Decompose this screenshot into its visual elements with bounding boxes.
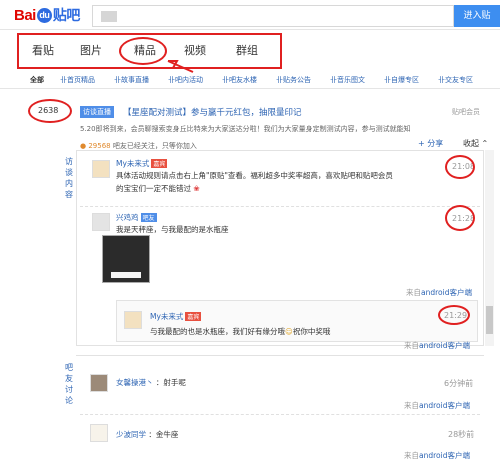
follow-text: 吧友已经关注，只等你加入: [112, 142, 197, 150]
interview-content-label: 访 谈 内 容: [65, 157, 73, 199]
live-interview-badge: 访谈直播: [80, 106, 114, 118]
android-client-link[interactable]: android客户端: [419, 401, 470, 410]
post-text-line1: 具体活动规则请点击右上角"原贴"查看。福利超多中奖率超高，喜欢贴吧和贴吧会员: [116, 171, 393, 180]
avatar[interactable]: [124, 311, 142, 329]
annotation-circle-featured-tab: [119, 37, 167, 65]
category-activities[interactable]: 卝吧内活动: [168, 75, 203, 85]
reply-user[interactable]: My未来式 嘉宾: [150, 311, 202, 322]
annotation-circle-time: [438, 305, 470, 325]
discussion-item-1[interactable]: 女馨操港丶 ：射手呢: [116, 377, 186, 388]
discussion-source: 来自android客户端: [404, 451, 470, 460]
category-music-text[interactable]: 卝音乐图文: [330, 75, 365, 85]
post-text-line2: 的宝宝们一定不能错过 ❀: [116, 184, 200, 193]
category-bar: 全部 卝首页精品 卝故事直播 卝吧内活动 卝吧友水楼 卝贴务公告 卝音乐图文 卝…: [0, 70, 500, 89]
category-water-building[interactable]: 卝吧友水楼: [222, 75, 257, 85]
post-scrollbar[interactable]: [485, 150, 494, 346]
image-caption-bar: [111, 272, 141, 278]
baidu-tieba-logo[interactable]: Bai du 贴吧: [14, 5, 80, 25]
android-client-link[interactable]: android客户端: [419, 341, 470, 350]
discussion-label: 吧 友 讨 论: [65, 363, 73, 405]
guest-tag: 嘉宾: [151, 159, 168, 168]
discussion-item-2[interactable]: 少波同学 ：金牛座: [116, 429, 178, 440]
avatar[interactable]: [92, 213, 110, 231]
category-story-live[interactable]: 卝故事直播: [114, 75, 149, 85]
scrollbar-thumb[interactable]: [486, 306, 493, 334]
reply-count: 2638: [38, 106, 59, 115]
share-button[interactable]: + 分享: [418, 138, 443, 149]
top-bar: Bai du 贴吧 进入贴: [0, 0, 500, 30]
discussion-time: 28秒前: [448, 430, 475, 439]
logo-du-badge: du: [36, 8, 52, 23]
category-dating[interactable]: 卝交友专区: [438, 75, 473, 85]
category-self-reveal[interactable]: 卝自爆专区: [384, 75, 419, 85]
avatar[interactable]: [90, 424, 108, 442]
android-client-link[interactable]: android客户端: [419, 451, 470, 460]
search-query-blurred: [101, 11, 117, 22]
plus-icon: +: [418, 139, 428, 148]
divider: [80, 206, 480, 207]
enter-tieba-button[interactable]: 进入贴: [454, 5, 500, 27]
annotation-circle-time: [445, 205, 475, 231]
thread-title[interactable]: 【星座配对测试】参与赢千元红包，抽限量印记: [123, 106, 302, 118]
post-user[interactable]: 兴鸡鸡 吧友: [116, 212, 157, 223]
avatar[interactable]: [92, 160, 110, 178]
thread-description: 5.20即将到来，会员聊搜索变身丘比特来为大家送达分啦！我们为大家量身定制测试内…: [80, 125, 411, 133]
chevron-up-icon: ⌃: [479, 139, 489, 148]
post-source: 来自android客户端: [406, 288, 472, 297]
annotation-circle-time: [445, 155, 475, 179]
reply-source: 来自android客户端: [404, 341, 470, 350]
guest-tag: 嘉宾: [185, 312, 202, 321]
category-home-featured[interactable]: 卝首页精品: [60, 75, 95, 85]
discussion-time: 6分钟前: [444, 379, 474, 388]
collapse-button[interactable]: 收起 ⌃: [463, 138, 488, 149]
smile-emoji-icon: ☺: [285, 327, 293, 336]
logo-tieba: 贴吧: [52, 7, 81, 23]
search-input[interactable]: [92, 5, 454, 27]
fire-icon: ●: [80, 142, 87, 150]
thread-owner[interactable]: 贴吧会员: [452, 107, 480, 117]
post-user[interactable]: My未来式 嘉宾: [116, 158, 168, 169]
logo-bai: Bai: [14, 7, 36, 24]
post-text: 我是天秤座，与我最配的是水瓶座: [116, 225, 229, 234]
reply-text: 与我最配的也是水瓶座，我们好有缘分哦☺祝你中奖哦: [150, 327, 331, 336]
rose-emoji-icon: ❀: [193, 184, 200, 193]
avatar[interactable]: [90, 374, 108, 392]
category-announcements[interactable]: 卝贴务公告: [276, 75, 311, 85]
category-all[interactable]: 全部: [30, 75, 44, 85]
divider: [80, 414, 480, 415]
follower-count: 29568: [88, 142, 111, 150]
post-image-thumbnail[interactable]: [102, 235, 150, 283]
member-tag: 吧友: [140, 213, 157, 222]
android-client-link[interactable]: android客户端: [421, 288, 472, 297]
discussion-source: 来自android客户端: [404, 401, 470, 410]
